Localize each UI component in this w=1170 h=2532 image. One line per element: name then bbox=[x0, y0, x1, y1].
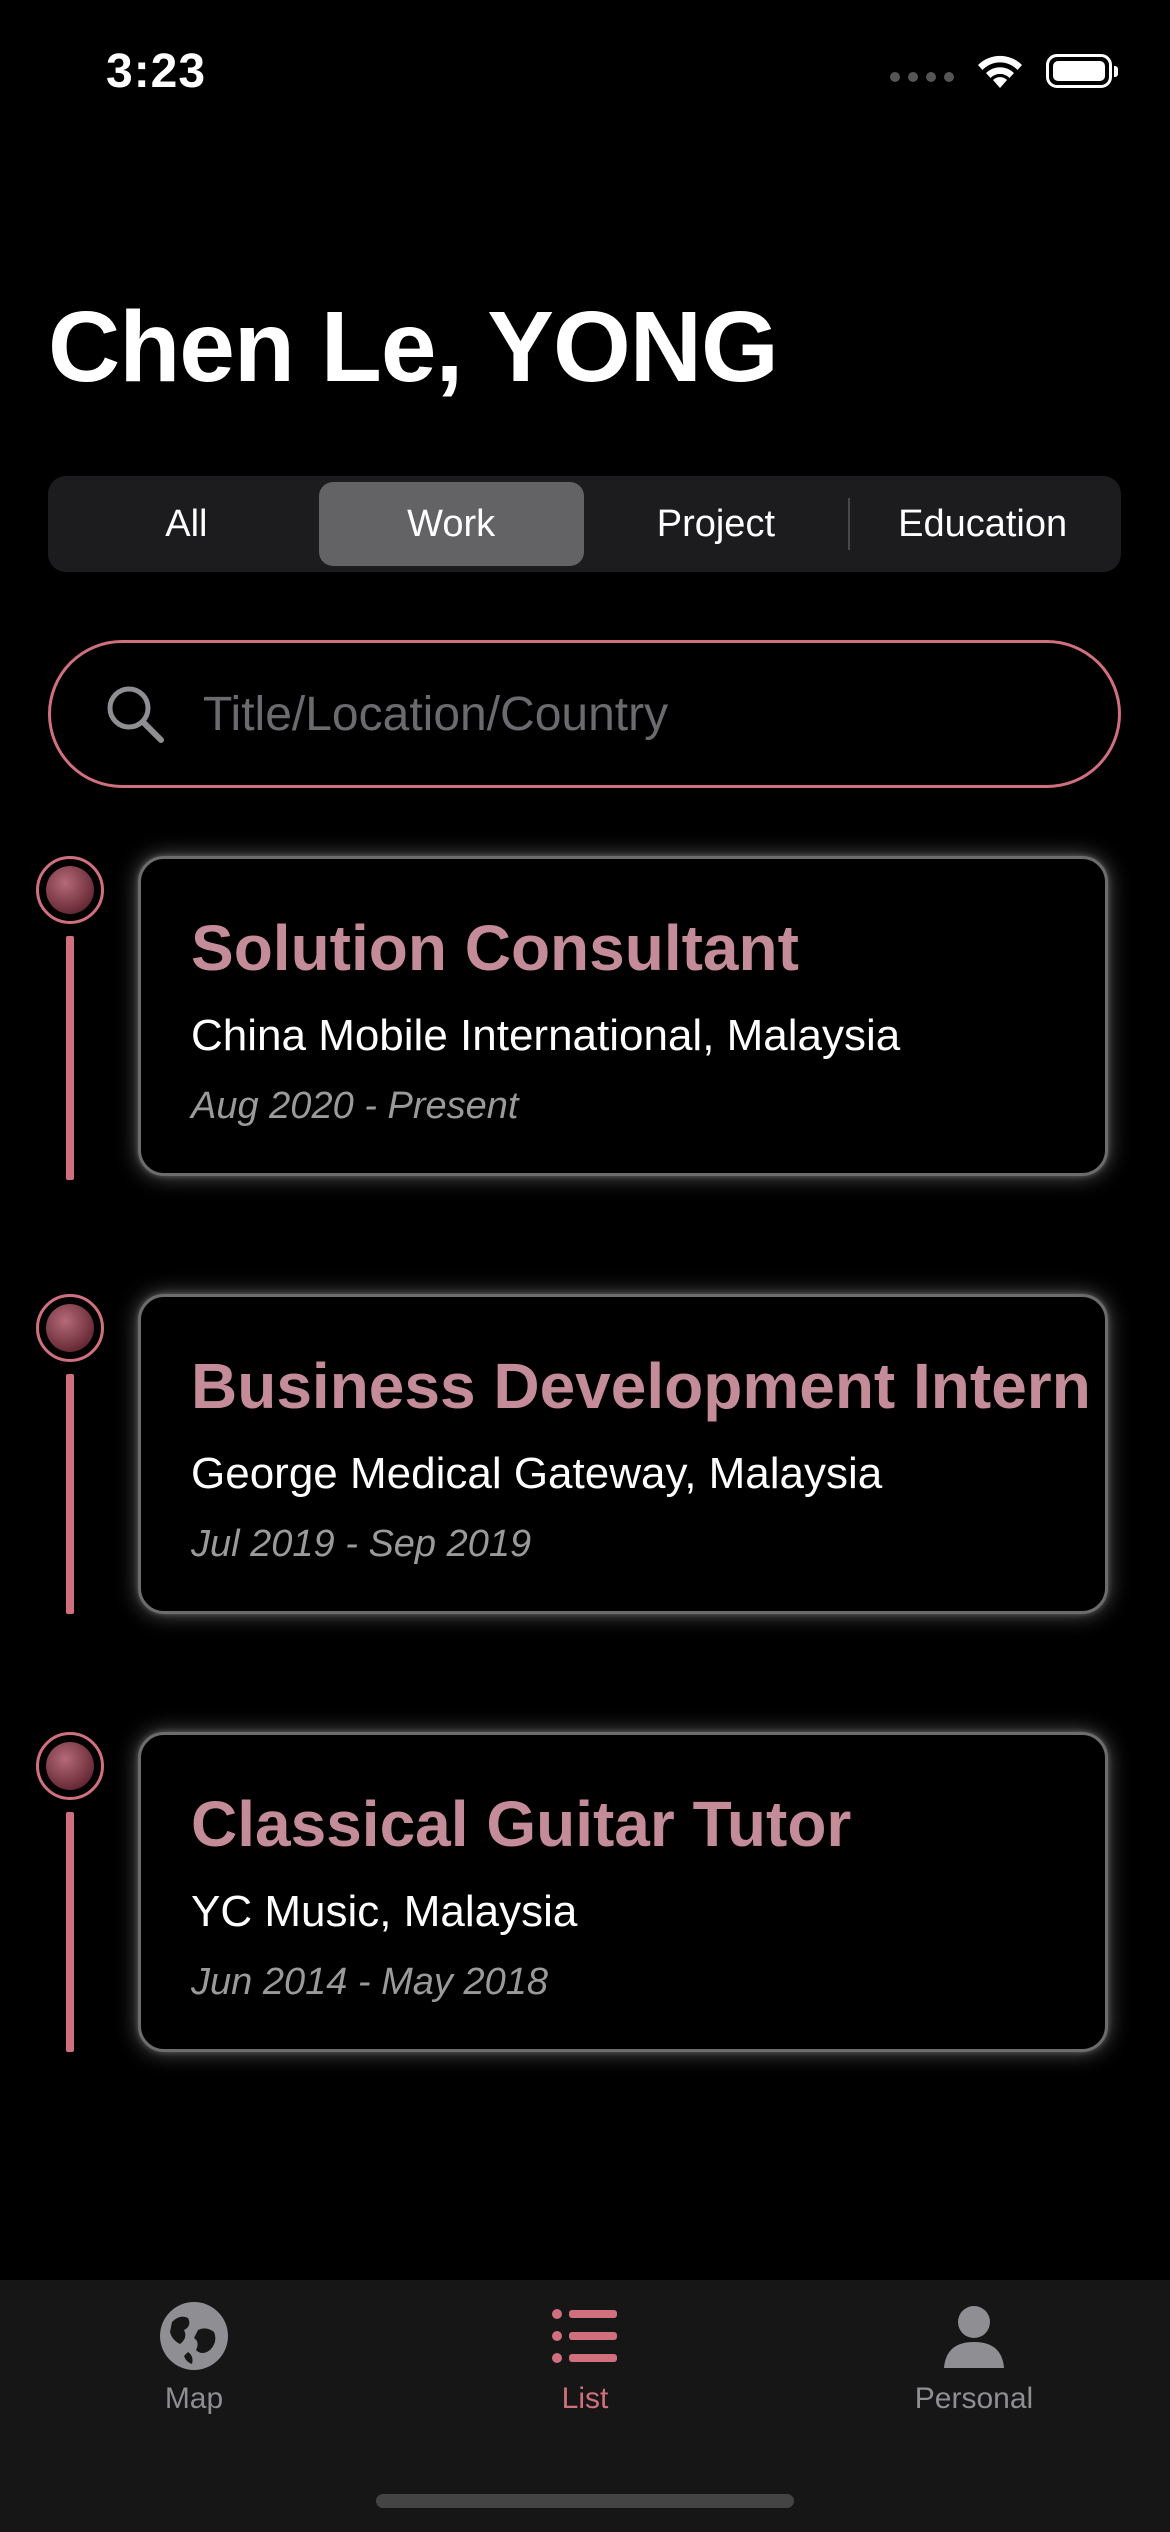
home-indicator bbox=[376, 2494, 794, 2508]
search-bar[interactable] bbox=[48, 640, 1121, 788]
globe-icon bbox=[160, 2302, 228, 2370]
entry-title: Classical Guitar Tutor bbox=[191, 1788, 852, 1860]
tab-list-label: List bbox=[561, 2382, 609, 2415]
tab-personal-label: Personal bbox=[914, 2382, 1034, 2415]
page-title: Chen Le, YONG bbox=[48, 291, 779, 403]
search-icon bbox=[107, 686, 164, 743]
entry-organization: George Medical Gateway, Malaysia bbox=[191, 1449, 883, 1498]
category-segmented-control: All Work Project Education bbox=[48, 476, 1121, 572]
search-input[interactable] bbox=[201, 685, 1118, 743]
timeline-line bbox=[66, 1374, 74, 1614]
segment-education[interactable]: Education bbox=[850, 482, 1115, 566]
timeline-line bbox=[66, 936, 74, 1180]
wifi-icon bbox=[978, 55, 1022, 88]
entry-organization: YC Music, Malaysia bbox=[191, 1887, 578, 1936]
entry-title: Solution Consultant bbox=[191, 912, 799, 984]
entry-card[interactable]: Classical Guitar Tutor YC Music, Malaysi… bbox=[138, 1732, 1108, 2052]
timeline-dot bbox=[36, 1294, 104, 1362]
cellular-signal-icon bbox=[890, 72, 954, 82]
status-time: 3:23 bbox=[106, 45, 207, 98]
entry-organization: China Mobile International, Malaysia bbox=[191, 1011, 901, 1060]
segment-project[interactable]: Project bbox=[584, 482, 849, 566]
segment-all[interactable]: All bbox=[54, 482, 319, 566]
status-icons bbox=[890, 52, 1118, 90]
segment-work[interactable]: Work bbox=[318, 482, 584, 566]
tab-map-label: Map bbox=[164, 2382, 224, 2415]
tab-personal[interactable]: Personal bbox=[844, 2300, 1104, 2470]
entry-dates: Aug 2020 - Present bbox=[191, 1085, 519, 1127]
person-icon bbox=[944, 2306, 1004, 2368]
timeline-dot bbox=[36, 856, 104, 924]
list-icon bbox=[552, 2309, 617, 2363]
entry-title: Business Development Intern bbox=[191, 1350, 1091, 1422]
entry-card[interactable]: Business Development Intern George Medic… bbox=[138, 1294, 1108, 1614]
battery-icon bbox=[1046, 54, 1118, 88]
timeline-dot bbox=[36, 1732, 104, 1800]
entry-card[interactable]: Solution Consultant China Mobile Interna… bbox=[138, 856, 1108, 1176]
timeline-line bbox=[66, 1812, 74, 2052]
entry-dates: Jul 2019 - Sep 2019 bbox=[191, 1523, 532, 1565]
entry-dates: Jun 2014 - May 2018 bbox=[191, 1961, 549, 2003]
tab-list[interactable]: List bbox=[455, 2300, 715, 2470]
screen: 3:23 Chen Le, YONG All Work Project Educ… bbox=[0, 0, 1170, 2532]
tab-map[interactable]: Map bbox=[64, 2300, 324, 2470]
